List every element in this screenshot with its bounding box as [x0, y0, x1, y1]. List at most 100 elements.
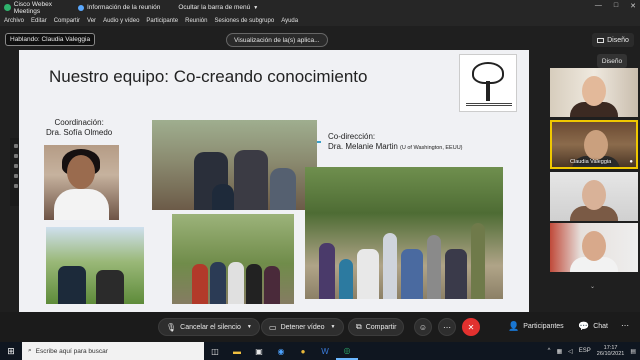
- menu-compartir[interactable]: Compartir: [54, 18, 80, 24]
- end-call-button[interactable]: ✕: [462, 318, 480, 336]
- chat-label: Chat: [593, 323, 609, 330]
- layout-button-label: Diseño: [607, 36, 629, 44]
- reactions-button[interactable]: ☺: [414, 318, 432, 336]
- close-icon: ✕: [467, 322, 475, 332]
- draw-tool-icon[interactable]: [14, 164, 18, 168]
- participants-button[interactable]: 👤 Participantes: [508, 321, 564, 332]
- browser-icon[interactable]: ◉: [270, 342, 292, 360]
- taskbar: ⊞ ⌕ Escribe aquí para buscar ◫ ▬ ▣ ◉ ● W…: [0, 342, 640, 360]
- photo-field-women: [46, 227, 144, 304]
- menu-ver[interactable]: Ver: [87, 18, 96, 24]
- menu-editar[interactable]: Editar: [31, 18, 47, 24]
- codirection-heading: Co-dirección:: [328, 132, 376, 141]
- stop-video-button[interactable]: ▭ Detener vídeo ▼: [261, 318, 344, 336]
- participants-label: Participantes: [523, 323, 564, 330]
- app-title: Cisco Webex Meetings: [0, 1, 78, 15]
- layout-tooltip: Diseño: [597, 54, 627, 68]
- smiley-icon: ☺: [418, 322, 428, 332]
- menu-bar: Archivo Editar Compartir Ver Audio y víd…: [0, 15, 640, 26]
- chevron-down-icon: ▼: [253, 5, 259, 11]
- more-options-button[interactable]: ⋯: [438, 318, 456, 336]
- more-icon[interactable]: ⋯: [621, 321, 629, 330]
- network-icon[interactable]: ▦: [556, 348, 562, 355]
- title-bar: Cisco Webex Meetings Información de la r…: [0, 0, 640, 15]
- hide-menu-button[interactable]: Ocultar la barra de menú ▼: [178, 4, 258, 11]
- chevron-down-icon[interactable]: ▼: [331, 324, 336, 330]
- view-mode-tag[interactable]: Visualización de la(s) aplica...: [226, 33, 328, 47]
- meeting-info-button[interactable]: Información de la reunión: [78, 4, 160, 11]
- system-tray: ^ ▦ ◁ ESP 17:17 26/10/2021 ▤: [548, 342, 636, 360]
- codirection-affiliation: (U of Washington, EEUU): [400, 145, 463, 151]
- language-indicator[interactable]: ESP: [579, 348, 591, 354]
- codirection-label: Co-dirección: Dra. Melanie Martin (U of …: [328, 132, 463, 152]
- chevron-up-icon[interactable]: ^: [548, 348, 551, 354]
- search-placeholder: Escribe aquí para buscar: [35, 347, 108, 355]
- coordination-name: Dra. Sofía Olmedo: [46, 128, 113, 137]
- menu-archivo[interactable]: Archivo: [4, 18, 24, 24]
- chevron-down-icon[interactable]: ▼: [247, 324, 252, 330]
- close-button[interactable]: ✕: [630, 2, 636, 10]
- task-view-icon[interactable]: ◫: [204, 342, 226, 360]
- photo-team-group: [172, 214, 294, 304]
- participant-tile[interactable]: [550, 68, 638, 117]
- share-button[interactable]: ⧉ Compartir: [348, 318, 405, 336]
- file-explorer-icon[interactable]: ▬: [226, 342, 248, 360]
- share-screen-icon: ⧉: [356, 322, 362, 331]
- menu-sesiones[interactable]: Sesiones de subgrupo: [214, 18, 274, 24]
- minimize-button[interactable]: —: [595, 2, 602, 10]
- menu-ayuda[interactable]: Ayuda: [281, 18, 298, 24]
- text-tool-icon[interactable]: [14, 154, 18, 158]
- menu-participante[interactable]: Participante: [146, 18, 178, 24]
- volume-icon[interactable]: ◁: [568, 348, 573, 355]
- photo-codirector-group: [152, 120, 317, 210]
- word-icon[interactable]: W: [314, 342, 336, 360]
- slide-title: Nuestro equipo: Co-creando conocimiento: [49, 67, 368, 86]
- search-icon: ⌕: [28, 347, 32, 354]
- window-controls: — □ ✕: [595, 2, 636, 10]
- codirection-name: Dra. Melanie Martin: [328, 142, 398, 151]
- pointer-tool-icon[interactable]: [14, 144, 18, 148]
- webex-logo-icon: [4, 4, 11, 11]
- save-tool-icon[interactable]: [14, 184, 18, 188]
- unmute-button[interactable]: 🎙 Cancelar el silencio ▼: [158, 318, 260, 336]
- layout-button[interactable]: Diseño: [592, 33, 634, 47]
- microphone-icon: ●: [629, 159, 633, 165]
- windows-start-icon[interactable]: ⊞: [0, 342, 22, 360]
- menu-reunion[interactable]: Reunión: [185, 18, 207, 24]
- video-camera-icon: ▭: [269, 322, 277, 332]
- participant-tile[interactable]: [550, 172, 638, 221]
- project-logo: [459, 54, 517, 112]
- clock[interactable]: 17:17 26/10/2021: [597, 345, 625, 357]
- photo-community-group: [305, 167, 503, 299]
- participant-tile-active[interactable]: Claudia Valeggia ●: [550, 120, 638, 169]
- coordination-heading: Coordinación:: [54, 118, 104, 127]
- chat-button[interactable]: 💬 Chat: [578, 321, 608, 332]
- shared-slide: Nuestro equipo: Co-creando conocimiento …: [19, 50, 529, 312]
- menu-audio-video[interactable]: Audio y vídeo: [103, 18, 139, 24]
- microphone-muted-icon: 🎙: [166, 322, 177, 332]
- notification-icon[interactable]: ▤: [630, 348, 636, 355]
- meeting-controls: 🎙 Cancelar el silencio ▼ ▭ Detener vídeo…: [0, 312, 640, 342]
- chat-icon: 💬: [578, 321, 590, 331]
- photo-coordinator: [44, 145, 119, 220]
- unmute-label: Cancelar el silencio: [180, 323, 241, 331]
- info-icon: [78, 4, 84, 11]
- app-name: Cisco Webex Meetings: [13, 0, 52, 15]
- layout-icon: [597, 37, 605, 43]
- chrome-icon[interactable]: ●: [292, 342, 314, 360]
- maximize-button[interactable]: □: [614, 2, 618, 10]
- meeting-info-label: Información de la reunión: [87, 4, 161, 11]
- store-icon[interactable]: ▣: [248, 342, 270, 360]
- participant-name: Claudia Valeggia: [570, 159, 612, 165]
- participant-tile[interactable]: [550, 223, 638, 272]
- webex-taskbar-icon[interactable]: ◎: [336, 342, 358, 360]
- taskbar-search-input[interactable]: ⌕ Escribe aquí para buscar: [22, 342, 204, 360]
- more-icon: ⋯: [443, 322, 451, 332]
- coordination-label: Coordinación: Dra. Sofía Olmedo: [46, 118, 112, 138]
- stop-video-label: Detener vídeo: [280, 323, 325, 331]
- eraser-tool-icon[interactable]: [14, 174, 18, 178]
- chevron-down-icon[interactable]: ⌄: [590, 283, 595, 290]
- participants-icon: 👤: [508, 321, 520, 331]
- clock-date: 26/10/2021: [596, 351, 625, 357]
- active-speaker-label: Hablando: Claudia Valeggia: [5, 33, 96, 46]
